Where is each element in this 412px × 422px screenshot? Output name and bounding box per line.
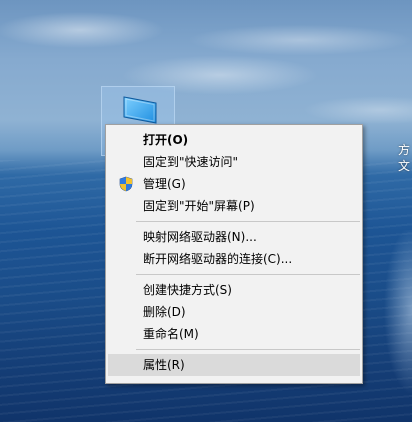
menu-item-label: 创建快捷方式(S) (143, 283, 232, 297)
partial-desktop-label: 文 (397, 159, 410, 173)
menu-separator (136, 349, 360, 350)
menu-item-manage[interactable]: 管理(G) (108, 173, 360, 195)
context-menu: 打开(O) 固定到"快速访问" 管理(G) 固定到"开始"屏幕(P) 映射网络驱… (105, 124, 363, 384)
menu-item-label: 删除(D) (143, 305, 186, 319)
menu-item-delete[interactable]: 删除(D) (108, 301, 360, 323)
uac-shield-icon (119, 176, 133, 192)
menu-item-properties[interactable]: 属性(R) (108, 354, 360, 376)
menu-item-rename[interactable]: 重命名(M) (108, 323, 360, 345)
menu-item-label: 管理(G) (143, 177, 186, 191)
menu-item-label: 固定到"快速访问" (143, 155, 239, 169)
menu-item-label: 映射网络驱动器(N)... (143, 230, 257, 244)
menu-item-label: 打开(O) (143, 133, 189, 147)
partial-desktop-label: 方 (397, 143, 410, 157)
menu-item-label: 属性(R) (143, 358, 185, 372)
menu-item-disconnect-network-drive[interactable]: 断开网络驱动器的连接(C)... (108, 248, 360, 270)
menu-item-create-shortcut[interactable]: 创建快捷方式(S) (108, 279, 360, 301)
menu-item-pin-quick-access[interactable]: 固定到"快速访问" (108, 151, 360, 173)
menu-separator (136, 221, 360, 222)
menu-item-pin-start[interactable]: 固定到"开始"屏幕(P) (108, 195, 360, 217)
menu-item-map-network-drive[interactable]: 映射网络驱动器(N)... (108, 226, 360, 248)
menu-item-label: 重命名(M) (143, 327, 199, 341)
menu-separator (136, 274, 360, 275)
monitor-icon (123, 96, 157, 124)
wave-foam (360, 230, 412, 420)
menu-item-label: 断开网络驱动器的连接(C)... (143, 252, 293, 266)
menu-item-open[interactable]: 打开(O) (108, 129, 360, 151)
menu-item-label: 固定到"开始"屏幕(P) (143, 199, 255, 213)
